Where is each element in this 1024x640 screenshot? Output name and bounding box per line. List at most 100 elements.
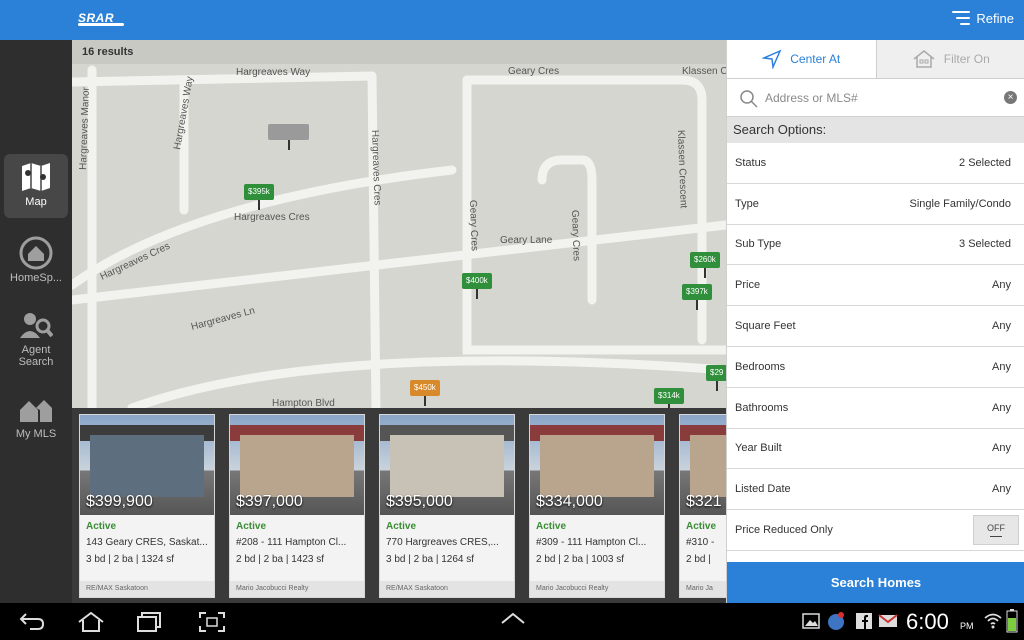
address-search-input[interactable]: [765, 88, 985, 108]
filter-on-label: Filter On: [943, 52, 990, 66]
logo-swoosh: [78, 23, 124, 26]
option-price-reduced: Price Reduced Only OFF: [727, 510, 1024, 551]
listing-address: #208 - 111 Hampton Cl...: [236, 537, 347, 548]
refine-button[interactable]: Refine: [950, 10, 1014, 26]
street-label: Hampton Blvd: [272, 398, 335, 408]
listing-specs: 3 bd | 2 ba | 1324 sf: [86, 554, 175, 565]
nav-label-homespot: HomeSp...: [10, 272, 62, 284]
street-label: Hargreaves Way: [236, 67, 310, 78]
listing-broker: Mario Ja: [680, 581, 726, 597]
search-homes-button[interactable]: Search Homes: [727, 562, 1024, 603]
street-label: Klassen Crescent: [675, 130, 689, 209]
option-bathrooms[interactable]: Bathrooms Any: [727, 388, 1024, 429]
srar-logo: SRAR: [78, 11, 124, 26]
search-options-list: Status 2 Selected Type Single Family/Condo…: [727, 143, 1024, 551]
listing-card[interactable]: $395,000 Active 770 Hargreaves CRES,... …: [379, 414, 515, 598]
street-label: Hargreaves Ln: [190, 305, 256, 333]
option-value: Any: [992, 483, 1011, 496]
option-label: Price Reduced Only: [735, 524, 833, 537]
nav-label-my-mls: My MLS: [15, 428, 57, 440]
clock-ampm: PM: [960, 621, 974, 631]
option-label: Price: [735, 279, 761, 292]
gmail-icon: [878, 614, 898, 627]
map-pin[interactable]: $397k: [682, 284, 712, 310]
house-outline-icon: [913, 50, 935, 68]
listing-price: $334,000: [536, 493, 603, 510]
listing-card[interactable]: $321 Active #310 - 2 bd | Mario Ja: [679, 414, 726, 598]
filter-on-tab[interactable]: Filter On: [875, 40, 1024, 78]
app-window: SRAR Refine Map HomeSp... Agent Search M…: [0, 0, 1024, 603]
clear-icon[interactable]: ×: [1004, 91, 1017, 104]
results-count: 16 results: [72, 40, 726, 64]
option-label: Sub Type: [735, 238, 782, 251]
gallery-notification-icon: [802, 613, 820, 629]
nav-label-agent-search: Agent Search: [18, 344, 54, 368]
price-reduced-toggle[interactable]: OFF: [973, 515, 1019, 546]
left-navigation: Map HomeSp... Agent Search My MLS: [0, 40, 72, 603]
option-label: Listed Date: [735, 483, 791, 496]
option-status[interactable]: Status 2 Selected: [727, 143, 1024, 184]
address-search-bar: ×: [727, 79, 1024, 117]
top-bar: SRAR Refine: [0, 0, 1024, 40]
listing-card[interactable]: $334,000 Active #309 - 111 Hampton Cl...…: [529, 414, 665, 598]
home-button-icon[interactable]: [76, 611, 106, 633]
nav-item-agent-search[interactable]: Agent Search: [4, 302, 68, 372]
listing-price: $395,000: [386, 493, 453, 510]
chevron-up-icon[interactable]: [500, 611, 526, 625]
nav-item-my-mls[interactable]: My MLS: [4, 386, 68, 450]
listing-address: #309 - 111 Hampton Cl...: [536, 537, 647, 548]
battery-icon: [1006, 609, 1018, 633]
search-options-panel: Center At Filter On × Search Options: St…: [726, 40, 1024, 603]
option-sub-type[interactable]: Sub Type 3 Selected: [727, 225, 1024, 266]
street-label: Geary Cres: [508, 66, 559, 77]
listing-address: 143 Geary CRES, Saskat...: [86, 537, 208, 548]
facebook-icon: [856, 613, 872, 629]
option-year-built[interactable]: Year Built Any: [727, 429, 1024, 470]
recent-apps-icon[interactable]: [136, 611, 164, 633]
listing-price: $397,000: [236, 493, 303, 510]
map-pin[interactable]: $260k: [690, 252, 720, 278]
home-icon: [19, 236, 53, 270]
listing-carousel[interactable]: $399,900 Active 143 Geary CRES, Saskat..…: [72, 408, 726, 603]
map-pin[interactable]: $400k: [462, 273, 492, 299]
street-map[interactable]: Hargreaves Way Hargreaves Way Hargreaves…: [72, 40, 726, 408]
nav-item-map[interactable]: Map: [4, 154, 68, 218]
option-price[interactable]: Price Any: [727, 265, 1024, 307]
street-label: Geary Cres: [569, 210, 582, 261]
listing-card[interactable]: $397,000 Active #208 - 111 Hampton Cl...…: [229, 414, 365, 598]
listing-card[interactable]: $399,900 Active 143 Geary CRES, Saskat..…: [79, 414, 215, 598]
option-bedrooms[interactable]: Bedrooms Any: [727, 347, 1024, 388]
center-at-tab[interactable]: Center At: [727, 40, 876, 78]
listing-specs: 2 bd | 2 ba | 1003 sf: [536, 554, 625, 565]
screenshot-icon[interactable]: [198, 611, 226, 633]
map-pin[interactable]: $450k: [410, 380, 440, 406]
option-label: Type: [735, 197, 759, 210]
option-listed-date[interactable]: Listed Date Any: [727, 469, 1024, 511]
option-value: Single Family/Condo: [909, 197, 1012, 210]
map-view[interactable]: Hargreaves Way Hargreaves Way Hargreaves…: [72, 40, 726, 408]
clock-time: 6:00: [906, 609, 949, 634]
listing-specs: 3 bd | 2 ba | 1264 sf: [386, 554, 475, 565]
location-arrow-icon: [762, 49, 782, 69]
option-label: Year Built: [735, 442, 782, 455]
listing-address: 770 Hargreaves CRES,...: [386, 537, 499, 548]
refine-label: Refine: [976, 10, 1014, 26]
globe-notification-icon: [828, 612, 844, 630]
listing-address: #310 -: [686, 537, 715, 548]
back-icon[interactable]: [18, 611, 46, 631]
option-type[interactable]: Type Single Family/Condo: [727, 184, 1024, 225]
listing-status: Active: [686, 521, 717, 532]
map-pin[interactable]: $395k: [244, 184, 274, 210]
listing-status: Active: [536, 521, 567, 532]
toggle-state: OFF: [987, 523, 1005, 534]
street-label: Geary Cres: [467, 200, 480, 251]
option-value: 2 Selected: [959, 156, 1011, 169]
agent-search-icon: [20, 313, 53, 338]
nav-item-homespot[interactable]: HomeSp...: [4, 230, 68, 294]
street-label: Hargreaves Way: [172, 76, 196, 151]
map-pin[interactable]: $314k: [654, 388, 684, 408]
option-square-feet[interactable]: Square Feet Any: [727, 306, 1024, 347]
map-pin[interactable]: $29: [706, 365, 726, 391]
map-pin[interactable]: $399,900: [268, 124, 310, 150]
listing-specs: 2 bd | 2 ba | 1423 sf: [236, 554, 325, 565]
